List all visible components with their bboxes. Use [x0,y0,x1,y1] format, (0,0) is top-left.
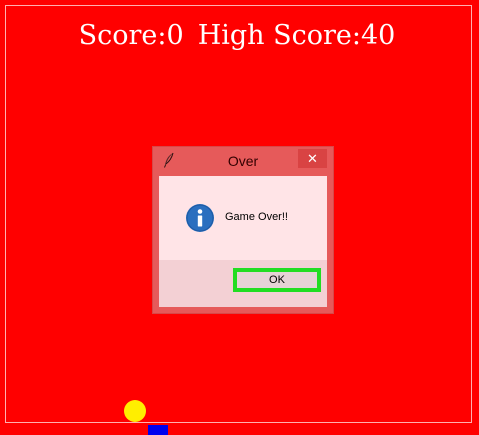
dialog-footer: OK [159,260,327,307]
game-canvas[interactable]: Score:0 High Score:40 Over ✕ Game Over!! [0,0,479,435]
info-icon [186,204,214,232]
dialog-titlebar[interactable]: Over ✕ [153,147,333,176]
game-over-dialog: Over ✕ Game Over!! OK [152,146,334,314]
dialog-message: Game Over!! [225,211,288,223]
high-score-label: High Score:40 [197,20,396,51]
close-button[interactable]: ✕ [298,149,327,168]
ok-button[interactable]: OK [233,268,321,292]
scoreboard: Score:0 High Score:40 [0,18,474,54]
dialog-body: Game Over!! [159,176,327,260]
paddle [148,425,168,435]
ball [124,400,146,422]
close-icon: ✕ [307,151,318,166]
score-label: Score:0 [78,20,184,51]
